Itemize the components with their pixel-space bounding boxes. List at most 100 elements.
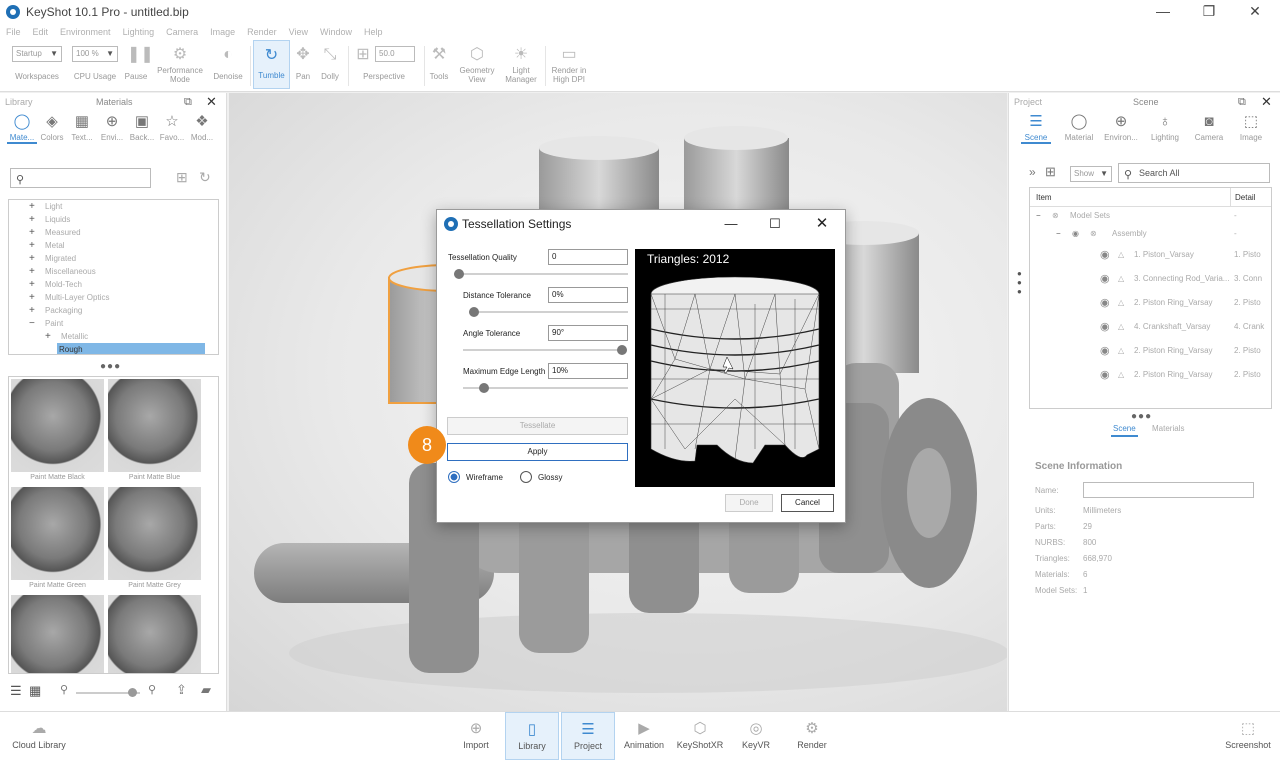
folder-icon[interactable]: ▰ xyxy=(201,682,211,698)
project-button[interactable]: ☰ Project xyxy=(561,712,615,760)
expand-icon[interactable]: + xyxy=(29,252,35,265)
tab-models[interactable]: ❖ Mod... xyxy=(187,111,217,142)
show-select[interactable]: Show ▼ xyxy=(1070,166,1112,182)
collapse-icon[interactable]: − xyxy=(1056,225,1061,243)
slider-knob[interactable] xyxy=(128,688,137,697)
expand-icon[interactable]: + xyxy=(29,200,35,213)
material-thumb[interactable]: Paint Matte Black xyxy=(11,379,104,481)
distance-tolerance-input[interactable]: 0% xyxy=(548,287,628,303)
material-thumb[interactable] xyxy=(108,595,201,673)
dialog-maximize-button[interactable]: ☐ xyxy=(764,213,786,235)
undock-icon[interactable]: ⧉ xyxy=(184,93,192,111)
tree-item[interactable]: + Metallic xyxy=(9,330,218,343)
animation-button[interactable]: ▶ Animation xyxy=(617,712,671,760)
tree-row-part[interactable]: ◉ △ 2. Piston Ring_Varsay 2. Pisto xyxy=(1030,363,1271,387)
slider-knob[interactable] xyxy=(479,383,489,393)
slider-knob[interactable] xyxy=(454,269,464,279)
screenshot-button[interactable]: ⬚ Screenshot xyxy=(1220,712,1276,760)
expand-icon[interactable]: + xyxy=(45,330,51,343)
restore-button[interactable]: ❐ xyxy=(1186,0,1232,24)
tab-colors[interactable]: ◈ Colors xyxy=(37,111,67,142)
zoom-out-icon[interactable]: ⚲ xyxy=(60,683,68,696)
tree-item-selected[interactable]: Rough xyxy=(9,343,218,354)
angle-tolerance-slider[interactable] xyxy=(463,345,627,355)
menu-window[interactable]: Window xyxy=(320,27,352,37)
menu-lighting[interactable]: Lighting xyxy=(123,27,155,37)
menu-file[interactable]: File xyxy=(6,27,21,37)
eye-icon[interactable]: ◉ xyxy=(1072,225,1079,243)
column-detail[interactable]: Detail xyxy=(1230,188,1255,207)
splitter-handle-icon[interactable]: ●●● xyxy=(100,361,121,372)
tree-row-part[interactable]: ◉ △ 2. Piston Ring_Varsay 2. Pisto xyxy=(1030,291,1271,315)
library-search-input[interactable]: ⚲ xyxy=(10,168,151,188)
dialog-minimize-button[interactable]: — xyxy=(720,213,742,235)
tree-item[interactable]: + Multi-Layer Optics xyxy=(9,291,218,304)
collapse-icon[interactable]: − xyxy=(1036,207,1041,225)
menu-camera[interactable]: Camera xyxy=(166,27,198,37)
eye-icon[interactable]: ◉ xyxy=(1100,291,1110,315)
minimize-button[interactable]: — xyxy=(1140,0,1186,24)
slider-knob[interactable] xyxy=(617,345,627,355)
material-thumb[interactable]: Paint Matte Green xyxy=(11,487,104,589)
workspaces-select[interactable]: Startup ▼ xyxy=(12,46,62,62)
tree-item[interactable]: − Paint xyxy=(9,317,218,330)
tree-row-part[interactable]: ◉ △ 4. Crankshaft_Varsay 4. Crank xyxy=(1030,315,1271,339)
tab-image[interactable]: ⬚ Image xyxy=(1235,111,1267,142)
tab-camera[interactable]: ◙ Camera xyxy=(1191,111,1227,142)
max-edge-length-input[interactable]: 10% xyxy=(548,363,628,379)
expand-icon[interactable]: + xyxy=(29,265,35,278)
tab-environments[interactable]: ⊕ Envi... xyxy=(97,111,127,142)
tree-row-model-sets[interactable]: − ⊗ Model Sets - xyxy=(1030,207,1271,225)
close-window-button[interactable]: ✕ xyxy=(1232,0,1278,24)
tree-item[interactable]: + Mold-Tech xyxy=(9,278,218,291)
tab-materials[interactable]: ◯ Mate... xyxy=(7,111,37,144)
library-button[interactable]: ▯ Library xyxy=(505,712,559,760)
tree-item[interactable]: + Light xyxy=(9,200,218,213)
render-button[interactable]: ⚙ Render xyxy=(785,712,839,760)
tab-environment[interactable]: ⊕ Environ... xyxy=(1103,111,1139,142)
upload-icon[interactable]: ⇪ xyxy=(176,682,187,698)
tree-item[interactable]: + Migrated xyxy=(9,252,218,265)
dialog-close-button[interactable]: ✕ xyxy=(811,213,833,235)
expand-all-icon[interactable]: » xyxy=(1029,165,1036,179)
max-edge-length-slider[interactable] xyxy=(463,383,628,393)
cpu-usage-select[interactable]: 100 % ▼ xyxy=(72,46,118,62)
eye-icon[interactable]: ◉ xyxy=(1100,243,1110,267)
tessellation-quality-slider[interactable] xyxy=(454,269,628,279)
eye-icon[interactable]: ◉ xyxy=(1100,315,1110,339)
tree-row-part[interactable]: ◉ △ 1. Piston_Varsay 1. Pisto xyxy=(1030,243,1271,267)
material-thumb[interactable]: Paint Matte Blue xyxy=(108,379,201,481)
tools-button[interactable]: ⚒ Tools xyxy=(427,40,451,90)
performance-mode-button[interactable]: ⚙ Performance Mode xyxy=(154,40,206,90)
undock-icon[interactable]: ⧉ xyxy=(1238,93,1246,111)
cloud-library-button[interactable]: ☁ Cloud Library xyxy=(10,712,68,760)
render-high-dpi-button[interactable]: ▭ Render in High DPI xyxy=(548,40,590,90)
expand-icon[interactable]: + xyxy=(29,304,35,317)
perspective-input[interactable]: 50.0 xyxy=(375,46,415,62)
geometry-view-button[interactable]: ⬡ Geometry View xyxy=(456,40,498,90)
close-panel-icon[interactable]: ✕ xyxy=(1261,93,1272,111)
tab-textures[interactable]: ▦ Text... xyxy=(67,111,97,142)
cancel-button[interactable]: Cancel xyxy=(781,494,834,512)
expand-icon[interactable]: + xyxy=(29,239,35,252)
tessellate-button[interactable]: Tessellate xyxy=(447,417,628,435)
tree-item[interactable]: + Miscellaneous xyxy=(9,265,218,278)
tessellation-quality-input[interactable]: 0 xyxy=(548,249,628,265)
menu-image[interactable]: Image xyxy=(210,27,235,37)
menu-help[interactable]: Help xyxy=(364,27,383,37)
tree-row-part[interactable]: ◉ △ 3. Connecting Rod_Varia... 3. Conn xyxy=(1030,267,1271,291)
menu-render[interactable]: Render xyxy=(247,27,277,37)
angle-tolerance-input[interactable]: 90° xyxy=(548,325,628,341)
menu-environment[interactable]: Environment xyxy=(60,27,111,37)
tessellation-preview[interactable]: Triangles: 2012 xyxy=(635,249,835,487)
denoise-button[interactable]: ◐ Denoise xyxy=(210,40,246,90)
tree-item[interactable]: + Liquids xyxy=(9,213,218,226)
glossy-radio[interactable] xyxy=(520,471,532,483)
grid-view-icon[interactable]: ▦ xyxy=(29,683,41,699)
tree-row-part[interactable]: ◉ △ 2. Piston Ring_Varsay 2. Pisto xyxy=(1030,339,1271,363)
add-group-icon[interactable]: ⊞ xyxy=(1045,164,1056,180)
expand-icon[interactable]: + xyxy=(29,291,35,304)
thumbnail-size-slider[interactable] xyxy=(76,688,140,697)
eye-icon[interactable]: ◉ xyxy=(1100,363,1110,387)
folder-add-icon[interactable]: ⊞ xyxy=(176,169,188,186)
